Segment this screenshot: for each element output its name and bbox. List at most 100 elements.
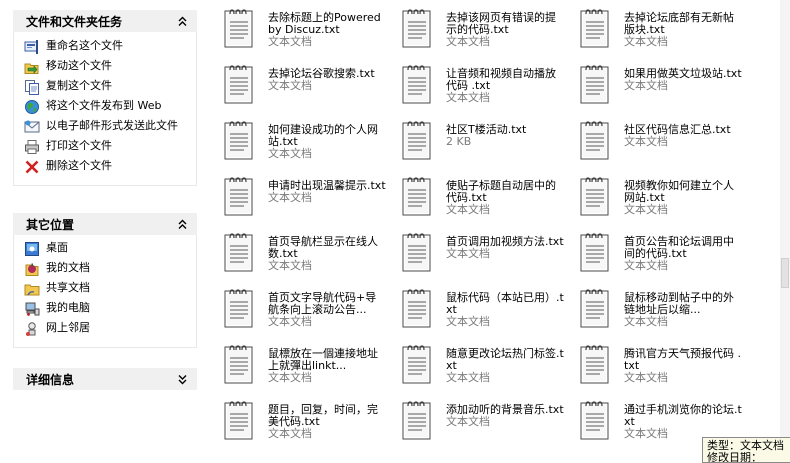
vertical-scrollbar[interactable]: [780, 0, 790, 460]
place-desktop[interactable]: 桌面: [24, 240, 190, 260]
file-item[interactable]: 去掉论坛底部有无新帖版块.txt 文本文档: [574, 0, 744, 50]
file-item[interactable]: 让音频和视频自动播放代码 .txt 文本文档: [396, 56, 566, 106]
my-documents-icon: [25, 263, 39, 276]
file-item[interactable]: 题目，回复，时间，完美代码.txt 文本文档: [218, 392, 388, 442]
other-places-title: 其它位置: [26, 217, 75, 232]
file-name: 鼠标移动到帖子中的外链地址后以缩...: [624, 291, 734, 316]
expand-chevron-icon[interactable]: [175, 372, 189, 386]
place-label: 桌面: [46, 241, 68, 254]
text-document-icon: [580, 64, 610, 104]
text-document-icon: [580, 288, 610, 328]
file-name: 首页文字导航代码+导航条向上滚动公告...: [268, 291, 377, 316]
file-caption: 去掉该网页有错误的提示的代码.txt 文本文档: [446, 12, 564, 48]
file-type: 文本文档: [268, 147, 312, 160]
file-caption: 去掉论坛谷歌搜索.txt 文本文档: [268, 68, 386, 92]
file-item[interactable]: 使贴子标题自动居中的代码.txt 文本文档: [396, 168, 566, 218]
place-label: 网上邻居: [46, 321, 90, 334]
place-network[interactable]: 网上邻居: [24, 320, 190, 340]
delete-icon: [25, 160, 39, 174]
file-type: 文本文档: [268, 315, 312, 328]
file-item[interactable]: 申请时出现温馨提示.txt 文本文档: [218, 168, 388, 218]
file-caption: 题目，回复，时间，完美代码.txt 文本文档: [268, 404, 386, 440]
task-pane: 文件和文件夹任务 重命名这个文件 移动这个文件 复制这个文件 将这个文件发布到 …: [0, 0, 210, 460]
file-item[interactable]: 如果用做英文垃圾站.txt 文本文档: [574, 56, 744, 106]
task-publish-web[interactable]: 将这个文件发布到 Web: [24, 98, 190, 118]
file-item[interactable]: 添加动听的背景音乐.txt 文本文档: [396, 392, 566, 442]
file-caption: 首页调用加视频方法.txt 文本文档: [446, 236, 564, 260]
file-item[interactable]: 去除标题上的Powered by Discuz.txt 文本文档: [218, 0, 388, 50]
file-name: 使贴子标题自动居中的代码.txt: [446, 179, 556, 204]
file-item[interactable]: 首页公告和论坛调用中间的代码.txt 文本文档: [574, 224, 744, 274]
copy-icon: [25, 80, 39, 95]
file-type: 文本文档: [624, 35, 668, 48]
text-document-icon: [402, 344, 432, 384]
file-caption: 鼠标代码（本站已用）.txt 文本文档: [446, 292, 564, 328]
place-my-computer[interactable]: 我的电脑: [24, 300, 190, 320]
file-item[interactable]: 随意更改论坛热门标签.txt 文本文档: [396, 336, 566, 386]
details-header[interactable]: 详细信息: [13, 368, 197, 390]
text-document-icon: [224, 232, 254, 272]
file-tasks-panel: 文件和文件夹任务 重命名这个文件 移动这个文件 复制这个文件 将这个文件发布到 …: [13, 10, 197, 186]
file-item[interactable]: 首页文字导航代码+导航条向上滚动公告... 文本文档: [218, 280, 388, 330]
email-icon: [24, 120, 40, 133]
file-type: 文本文档: [268, 371, 312, 384]
collapse-chevron-icon[interactable]: [175, 217, 189, 231]
file-item[interactable]: 社区代码信息汇总.txt 文本文档: [574, 112, 744, 162]
file-caption: 去除标题上的Powered by Discuz.txt 文本文档: [268, 12, 386, 48]
task-copy[interactable]: 复制这个文件: [24, 78, 190, 98]
place-label: 我的文档: [46, 261, 90, 274]
file-caption: 社区T楼活动.txt 2 KB: [446, 124, 564, 148]
file-tooltip: 类型：文本文档 修改日期：: [702, 437, 790, 463]
text-document-icon: [580, 344, 610, 384]
text-document-icon: [580, 8, 610, 48]
file-caption: 鼠標放在一個連接地址上就彈出linkt... 文本文档: [268, 348, 386, 384]
file-type: 文本文档: [268, 191, 312, 204]
file-item[interactable]: 社区T楼活动.txt 2 KB: [396, 112, 566, 162]
task-rename[interactable]: 重命名这个文件: [24, 38, 190, 58]
file-caption: 通过手机浏览你的论坛.txt 文本文档: [624, 404, 742, 440]
text-document-icon: [224, 344, 254, 384]
task-move[interactable]: 移动这个文件: [24, 58, 190, 78]
file-type: 文本文档: [624, 371, 668, 384]
place-shared-documents[interactable]: 共享文档: [24, 280, 190, 300]
text-document-icon: [580, 232, 610, 272]
file-type: 文本文档: [446, 91, 490, 104]
text-document-icon: [402, 232, 432, 272]
file-caption: 社区代码信息汇总.txt 文本文档: [624, 124, 742, 148]
file-name: 让音频和视频自动播放代码 .txt: [446, 67, 556, 92]
text-document-icon: [224, 288, 254, 328]
file-type: 文本文档: [446, 35, 490, 48]
task-delete[interactable]: 删除这个文件: [24, 158, 190, 178]
scrollbar-thumb[interactable]: [781, 258, 789, 288]
file-tasks-header[interactable]: 文件和文件夹任务: [13, 10, 197, 32]
file-item[interactable]: 首页导航栏显示在线人数.txt 文本文档: [218, 224, 388, 274]
network-icon: [26, 322, 36, 336]
place-my-documents[interactable]: 我的文档: [24, 260, 190, 280]
file-item[interactable]: 鼠标移动到帖子中的外链地址后以缩... 文本文档: [574, 280, 744, 330]
file-item[interactable]: 如何建设成功的个人网站.txt 文本文档: [218, 112, 388, 162]
file-item[interactable]: 去掉论坛谷歌搜索.txt 文本文档: [218, 56, 388, 106]
task-print[interactable]: 打印这个文件: [24, 138, 190, 158]
file-item[interactable]: 鼠标代码（本站已用）.txt 文本文档: [396, 280, 566, 330]
file-type: 2 KB: [446, 135, 472, 148]
file-item[interactable]: 鼠標放在一個連接地址上就彈出linkt... 文本文档: [218, 336, 388, 386]
file-item[interactable]: 去掉该网页有错误的提示的代码.txt 文本文档: [396, 0, 566, 50]
file-type: 文本文档: [624, 135, 668, 148]
text-document-icon: [402, 120, 432, 160]
file-tasks-list: 重命名这个文件 移动这个文件 复制这个文件 将这个文件发布到 Web 以电子邮件…: [13, 32, 197, 186]
other-places-header[interactable]: 其它位置: [13, 213, 197, 235]
file-item[interactable]: 腾讯官方天气预报代码 .txt 文本文档: [574, 336, 744, 386]
task-email[interactable]: 以电子邮件形式发送此文件: [24, 118, 190, 138]
collapse-chevron-icon[interactable]: [175, 14, 189, 28]
file-item[interactable]: 视频教你如何建立个人网站.txt 文本文档: [574, 168, 744, 218]
file-tasks-title: 文件和文件夹任务: [26, 14, 123, 29]
text-document-icon: [224, 176, 254, 216]
file-type: 文本文档: [624, 79, 668, 92]
file-item[interactable]: 首页调用加视频方法.txt 文本文档: [396, 224, 566, 274]
file-name: 首页导航栏显示在线人数.txt: [268, 235, 378, 260]
file-name: 去掉该网页有错误的提示的代码.txt: [446, 11, 556, 36]
file-type: 文本文档: [446, 203, 490, 216]
file-item[interactable]: 通过手机浏览你的论坛.txt 文本文档: [574, 392, 744, 442]
text-document-icon: [224, 120, 254, 160]
file-name: 鼠标代码（本站已用）.txt: [446, 291, 564, 316]
